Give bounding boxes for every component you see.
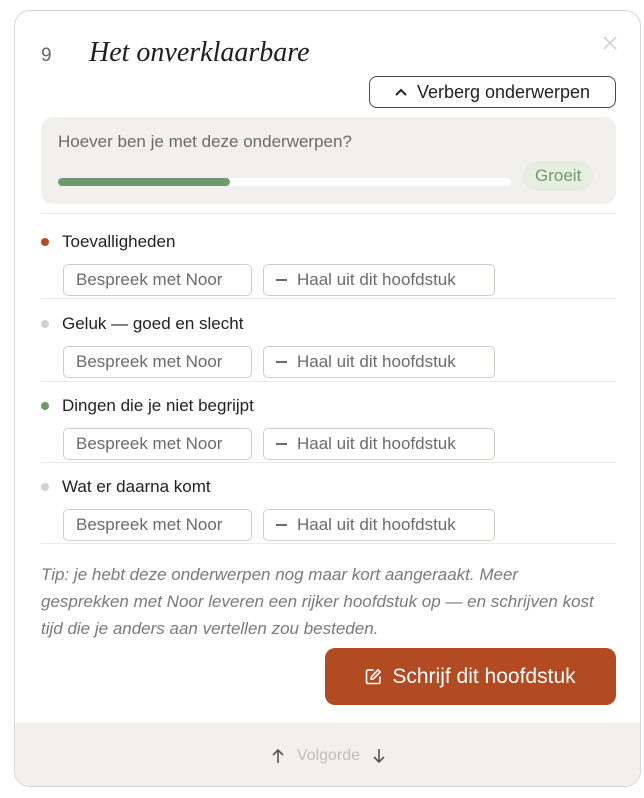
edit-icon — [366, 669, 382, 685]
topic-name: Toevalligheden — [62, 232, 176, 251]
divider — [41, 381, 616, 382]
discuss-with-noor-button[interactable]: Bespreek met Noor — [63, 346, 252, 378]
topic-item: Toevalligheden Bespreek met Noor Haal ui… — [41, 231, 616, 296]
arrow-up-icon — [272, 748, 284, 763]
hide-topics-button[interactable]: Verberg onderwerpen — [369, 76, 616, 108]
divider — [41, 213, 616, 214]
order-footer: Volgorde — [15, 723, 640, 786]
discuss-with-noor-button[interactable]: Bespreek met Noor — [63, 428, 252, 460]
topic-status-dot — [41, 402, 49, 410]
topic-item: Dingen die je niet begrijpt Bespreek met… — [41, 395, 616, 460]
order-label: Volgorde — [296, 746, 361, 764]
topic-item: Wat er daarna komt Bespreek met Noor Haa… — [41, 476, 616, 541]
remove-from-chapter-label: Haal uit dit hoofdstuk — [297, 434, 456, 453]
remove-from-chapter-button[interactable]: Haal uit dit hoofdstuk — [263, 264, 495, 296]
minus-icon — [276, 361, 287, 363]
chapter-number: 9 — [41, 45, 52, 66]
discuss-with-noor-button[interactable]: Bespreek met Noor — [63, 264, 252, 296]
discuss-with-noor-button[interactable]: Bespreek met Noor — [63, 509, 252, 541]
minus-icon — [276, 443, 287, 445]
topic-name: Geluk — goed en slecht — [62, 314, 244, 333]
chapter-header: 9 Het onverklaarbare — [41, 37, 310, 69]
topic-status-dot — [41, 238, 49, 246]
arrow-down-icon — [373, 748, 385, 763]
chapter-card: 9 Het onverklaarbare Verberg onderwerpen… — [14, 10, 641, 787]
tip-text: Tip: je hebt deze onderwerpen nog maar k… — [41, 565, 594, 638]
progress-status-badge: Groeit — [523, 161, 594, 191]
divider — [41, 543, 616, 544]
divider — [41, 462, 616, 463]
remove-from-chapter-button[interactable]: Haal uit dit hoofdstuk — [263, 428, 495, 460]
move-down-button[interactable] — [372, 748, 386, 764]
progress-track — [58, 178, 511, 186]
topic-status-dot — [41, 320, 49, 328]
divider — [41, 298, 616, 299]
remove-from-chapter-button[interactable]: Haal uit dit hoofdstuk — [263, 346, 495, 378]
topic-name: Dingen die je niet begrijpt — [62, 396, 254, 415]
move-up-button[interactable] — [271, 748, 285, 764]
progress-fill — [58, 178, 231, 186]
remove-from-chapter-label: Haal uit dit hoofdstuk — [297, 515, 456, 534]
progress-question: Hoever ben je met deze onderwerpen? — [58, 132, 352, 151]
minus-icon — [276, 524, 287, 526]
chevron-up-icon — [395, 88, 407, 96]
remove-from-chapter-button[interactable]: Haal uit dit hoofdstuk — [263, 509, 495, 541]
topic-item: Geluk — goed en slecht Bespreek met Noor… — [41, 313, 616, 378]
topic-status-dot — [41, 483, 49, 491]
chapter-title: Het onverklaarbare — [89, 37, 310, 68]
write-chapter-button[interactable]: Schrijf dit hoofdstuk — [325, 648, 616, 705]
write-chapter-label: Schrijf dit hoofdstuk — [392, 664, 576, 688]
topic-name: Wat er daarna komt — [62, 477, 211, 496]
close-icon[interactable] — [602, 35, 618, 51]
hide-topics-label: Verberg onderwerpen — [416, 81, 591, 102]
remove-from-chapter-label: Haal uit dit hoofdstuk — [297, 270, 456, 289]
progress-panel: Hoever ben je met deze onderwerpen? Groe… — [41, 117, 616, 204]
minus-icon — [276, 279, 287, 281]
remove-from-chapter-label: Haal uit dit hoofdstuk — [297, 352, 456, 371]
